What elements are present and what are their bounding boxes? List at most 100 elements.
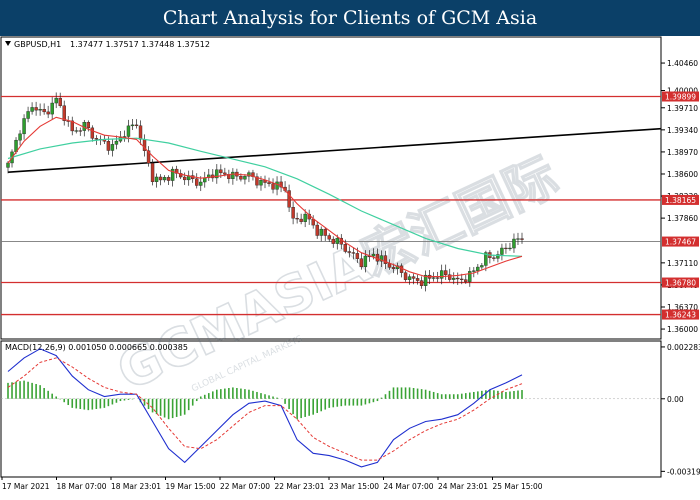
price-tick-label: 1.37860 (667, 214, 698, 223)
price-tick-label: 1.39710 (667, 104, 698, 113)
candle-body (219, 169, 223, 174)
candle-body (403, 272, 408, 280)
x-tick-label: 22 Mar 23:01 (275, 482, 325, 491)
chart-area[interactable]: GCMASIA宏汇国际 GLOBAL CAPITAL MARKETS GBPUS… (0, 36, 700, 500)
candle-body (415, 278, 420, 281)
candle-body (166, 177, 171, 181)
level-tag-label: 1.39899 (665, 93, 696, 102)
candle-body (30, 107, 34, 112)
price-tick-label: 1.39340 (667, 126, 698, 135)
candle-body (371, 253, 376, 257)
candle-body (504, 247, 508, 250)
candle-body (138, 125, 143, 140)
candle[interactable] (150, 159, 155, 186)
candle-body (154, 176, 159, 182)
candle-body (38, 109, 42, 111)
candle-body (94, 138, 99, 140)
candle-body (54, 97, 58, 104)
candle-body (275, 181, 279, 190)
candle-body (58, 97, 62, 106)
candle-body (74, 130, 78, 132)
macd-tick-label: 0.00 (667, 395, 684, 404)
candle-body (291, 207, 295, 219)
candle-body (516, 238, 520, 240)
candle-body (303, 213, 307, 222)
candle-body (452, 277, 456, 280)
candle-body (62, 105, 66, 121)
level-tag-label: 1.36780 (665, 279, 696, 288)
candle-body (359, 258, 364, 268)
candle-body (435, 277, 440, 279)
banner-title: Chart Analysis for Clients of GCM Asia (0, 0, 700, 36)
candle-body (231, 171, 235, 179)
ohlc-header: 1.37477 1.37517 1.37448 1.37512 (70, 40, 210, 49)
candle-body (319, 228, 323, 236)
candle-body (351, 252, 356, 254)
current-price-label: 1.37467 (665, 238, 696, 247)
candle-body (130, 124, 135, 127)
candle-body (239, 175, 243, 180)
price-tick-label: 1.37110 (667, 259, 698, 268)
candle-body (195, 178, 199, 186)
x-tick-label: 23 Mar 15:00 (329, 482, 379, 491)
candle-body (512, 238, 516, 249)
candle-body (267, 182, 271, 184)
candle-body (158, 176, 163, 181)
candle-body (182, 176, 187, 181)
x-tick-label: 17 Mar 2021 (2, 482, 50, 491)
candle-body (46, 111, 50, 115)
candle-body (444, 270, 448, 275)
x-tick-label: 24 Mar 23:01 (438, 482, 488, 491)
candle-body (476, 266, 480, 271)
x-tick-label: 18 Mar 07:00 (57, 482, 107, 491)
candle-body (78, 130, 82, 132)
candle-body (335, 237, 339, 244)
candle-body (411, 276, 416, 279)
candle-body (110, 144, 115, 151)
candle-body (299, 218, 303, 222)
candle-body (259, 179, 263, 186)
candle-body (480, 265, 484, 268)
candle-body (199, 181, 203, 186)
candle-body (22, 118, 26, 135)
candle-body (343, 244, 348, 252)
candle-body (106, 141, 111, 151)
macd-title: MACD(12,26,9) 0.001050 0.000665 0.000385 (5, 343, 188, 352)
candle-body (150, 163, 155, 182)
candle-body (492, 257, 496, 259)
candle-body (34, 107, 38, 111)
candle-body (26, 111, 30, 119)
candle-body (456, 277, 460, 280)
candle-body (90, 127, 95, 139)
candle-body (243, 176, 247, 180)
candle-body (162, 177, 167, 181)
candle-body (42, 109, 46, 113)
candle-body (18, 133, 22, 141)
candle-body (419, 280, 424, 286)
candle-body (439, 270, 444, 279)
candle-body (223, 172, 227, 175)
candle-body (203, 177, 207, 183)
x-tick-label: 25 Mar 15:00 (493, 482, 543, 491)
candle-body (375, 253, 380, 262)
candle-body (391, 267, 396, 269)
candle-body (464, 279, 468, 282)
candle-body (508, 247, 512, 250)
candle-body (387, 263, 392, 268)
price-chart-title: GBPUSD,H1 (14, 40, 61, 49)
candle-body (347, 251, 352, 253)
candle-body (327, 235, 331, 240)
candle-body (6, 162, 10, 168)
price-tick-label: 1.38970 (667, 148, 698, 157)
candle-body (363, 255, 368, 268)
price-tick-label: 1.38600 (667, 170, 698, 179)
candle-body (520, 238, 524, 240)
candle-body (126, 125, 131, 137)
candle-body (50, 102, 54, 115)
candle-body (431, 277, 436, 279)
candle-body (500, 247, 504, 255)
macd-tick-label: 0.002283 (667, 343, 700, 352)
price-tick-label: 1.36000 (667, 325, 698, 334)
candle-body (114, 140, 119, 145)
level-tag-label: 1.38165 (665, 196, 696, 205)
